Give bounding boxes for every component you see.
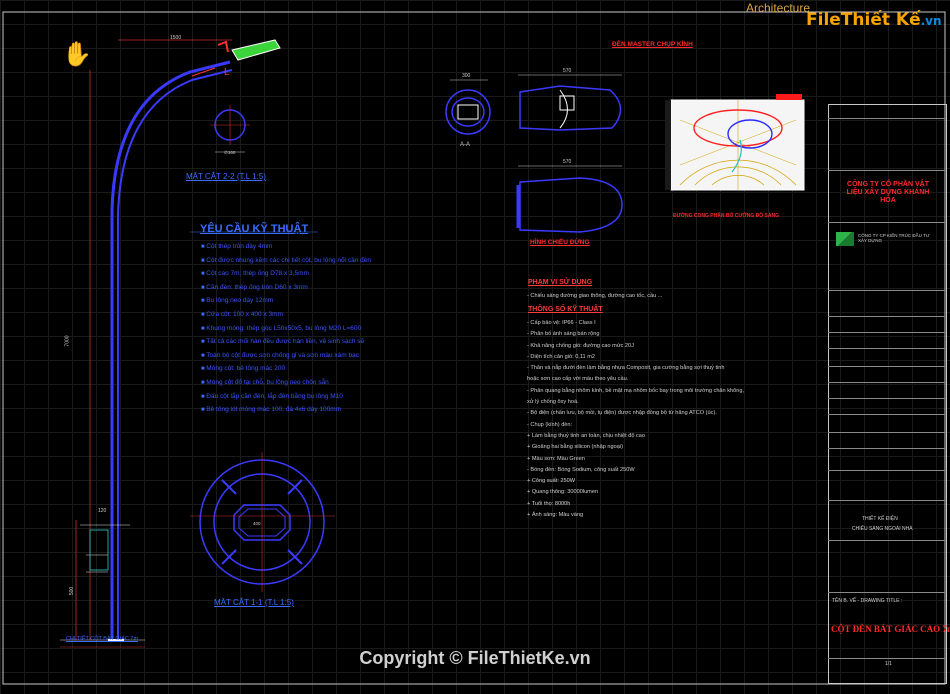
consultant-name: CÔNG TY CP KIẾN TRÚC ĐẦU TƯ XÂY DỰNG [858, 233, 930, 243]
list-item: - Bộ điện (chấn lưu, bộ mồi, tụ điện) đư… [527, 410, 717, 417]
list-item: Toàn bộ cột được sơn chống gỉ và sơn màu… [201, 349, 501, 363]
list-item: - Chụp (kính) đèn: [527, 421, 573, 428]
dim-120: 120 [98, 508, 107, 514]
specs-title: THÔNG SỐ KỸ THUẬT [528, 306, 603, 313]
list-item: + Làm bằng thuỷ tinh an toàn, chịu nhiệt… [527, 432, 646, 439]
list-item: + Ánh sáng: Màu vàng [527, 512, 584, 519]
requirements-title: YÊU CẦU KỸ THUẬT [200, 223, 309, 235]
specs-list: - Cấp bảo vệ: IP66 - Class I - Phân bố á… [527, 318, 827, 521]
list-item: + Quang thông: 30000lumen [527, 489, 599, 496]
list-item: Cần đèn: thép ống tròn D60 x 3mm [201, 281, 501, 295]
list-item: Đầu cột lắp cần đèn, lắp đèn bằng bu lôn… [201, 390, 501, 404]
list-item: - Bóng đèn: Bóng Sodium, công suất 250W [527, 466, 635, 473]
lamp-plan-view [516, 165, 623, 233]
company-logo-icon [836, 232, 854, 246]
list-item: + Màu sơn: Màu Green [527, 455, 585, 462]
list-item: - Thân và nắp dưới đèn làm bằng nhựa Com… [527, 365, 725, 372]
scope-line: - Chiếu sáng đường giao thông, đường cao… [527, 293, 663, 299]
list-item: Cột được nhúng kẽm các chi tiết cột, bu … [201, 254, 501, 268]
dim-section: ∅160 [224, 150, 236, 155]
list-item: Tất cả các mối hàn đều được hàn liền, vệ… [201, 335, 501, 349]
dim-lamp-plan: 570 [563, 159, 572, 165]
list-item: + Gioăng hai bằng silicon (nhập ngoại) [527, 444, 623, 451]
project-name: CHIẾU SÁNG NGOÀI NHÀ [852, 526, 913, 532]
tab-architecture[interactable]: Architecture [746, 1, 810, 15]
list-item: Móng cột: bê tông mác 200 [201, 362, 501, 376]
plan-view-label: HÌNH CHIẾU ĐỨNG [530, 239, 590, 246]
requirements-list: Cột thép tròn dày 4mm Cột được nhúng kẽm… [201, 240, 501, 417]
dim-base: 500 [69, 586, 76, 596]
section-aa-label: A-A [460, 142, 471, 148]
list-item: - Phân bố ánh sáng bán rộng [527, 331, 600, 338]
list-item: Bu lông neo dày 12mm [201, 294, 501, 308]
dim-arm: 1500 [170, 35, 182, 41]
company-name: CÔNG TY CỔ PHẦN VẬT LIỆU XÂY DỰNG KHÁNH … [846, 181, 930, 204]
dim-height: 7000 [64, 335, 71, 347]
list-item: Cửa cột: 100 x 400 x 3mm [201, 308, 501, 322]
photometric-label: ĐƯỜNG CONG PHÂN BỐ CƯỜNG ĐỘ SÁNG [673, 213, 779, 219]
section-2-2 [210, 105, 250, 153]
lamp-title: ĐÈN MASTER CHỤP KÍNH [612, 41, 693, 48]
category: THIẾT KẾ ĐIỆN [862, 516, 898, 522]
list-item: + Tuổi thọ: 8000h [527, 500, 571, 507]
base-detail-label: CHI TIẾT CỘT BÁT GIÁC 7m [66, 636, 139, 642]
list-item: Cột thép tròn dày 4mm [201, 240, 501, 254]
scope-title: PHẠM VI SỬ DỤNG [528, 279, 593, 286]
dim-base-plate: 400 [253, 521, 261, 526]
section-2-2-label: MẶT CẮT 2-2 (T.L 1:5) [186, 172, 266, 181]
dim-lamp-h: 300 [462, 73, 471, 79]
hand-cursor-icon: ✋ [62, 41, 92, 68]
list-item: - Khả năng chống gió: đường cao mức 20J [527, 342, 634, 349]
site-logo: FileThiết Kế.vn [806, 10, 942, 30]
list-item: hoặc sơn cao cấp với màu theo yêu cầu. [527, 376, 629, 383]
copyright-watermark: Copyright © FileThietKe.vn [359, 648, 591, 668]
section-1-1 [190, 452, 335, 592]
photometric-chart [665, 94, 805, 191]
list-item: Móng cột đổ tại chỗ, bu lông neo chôn sẵ… [201, 376, 501, 390]
list-item: xử lý chống ôxy hoá. [527, 399, 579, 406]
drawing-title-label: TÊN B. VẼ - DRAWING TITLE : [832, 598, 903, 604]
list-item: Khung móng: thép góc L50x50x5, bu lông M… [201, 322, 501, 336]
drawing-title: CỘT ĐÈN BÁT GIÁC CAO 7m [831, 624, 950, 634]
list-item: - Diện tích cản gió: 0,11 m2 [527, 353, 595, 360]
lamp-section-aa [445, 79, 491, 135]
list-item: Bê tông lót móng mác 100, đá 4x6 dày 100… [201, 403, 501, 417]
list-item: - Cấp bảo vệ: IP66 - Class I [527, 320, 596, 326]
list-item: - Phản quang bằng nhôm kính, bề mặt mạ n… [527, 387, 744, 394]
list-item: Cột cao 7m: thép ống D78 x 3,5mm [201, 267, 501, 281]
list-item: + Công suất: 250W [527, 478, 576, 485]
lamp-side-view [518, 74, 622, 131]
lamp-head: L [191, 39, 281, 78]
dim-lamp-w: 570 [563, 68, 572, 74]
svg-text:L: L [224, 67, 230, 78]
section-1-1-label: MẶT CẮT 1-1 (T.L 1:5) [214, 598, 294, 607]
